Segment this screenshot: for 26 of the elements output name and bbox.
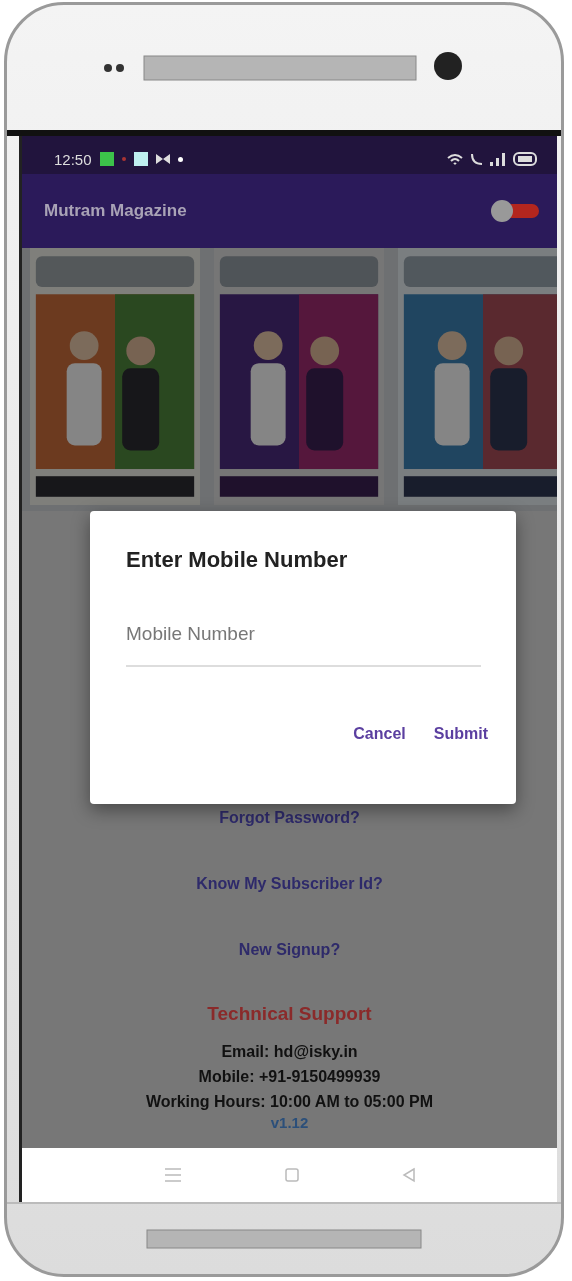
dialog-title: Enter Mobile Number	[126, 547, 349, 573]
support-heading: Technical Support	[207, 1003, 372, 1025]
support-info: Mobile: +91-9150499939	[198, 1067, 381, 1087]
support-info: Working Hours: 10:00 AM to 05:00 PM	[145, 1092, 434, 1112]
dialog-button[interactable]: Submit	[429, 719, 492, 749]
battery-icon	[513, 152, 537, 166]
dot-icon	[177, 156, 183, 162]
toggle-switch[interactable]	[491, 200, 539, 222]
wifi-icon	[447, 153, 463, 165]
signal-icon	[490, 152, 505, 166]
dot-icon	[121, 157, 126, 161]
dialog-button[interactable]: Cancel	[349, 719, 410, 749]
support-info: Email: hd@isky.in	[221, 1042, 358, 1062]
back-icon[interactable]	[400, 1167, 417, 1183]
phone-icon	[471, 153, 482, 165]
text-link[interactable]: New Signup?	[238, 939, 341, 961]
app-notification-icon	[99, 152, 114, 166]
text-link[interactable]: Know My Subscriber Id?	[196, 873, 383, 895]
text-link[interactable]: Forgot Password?	[219, 807, 360, 829]
home-icon[interactable]	[283, 1167, 300, 1183]
version-label: v1.12	[270, 1114, 309, 1132]
status-time: 12:50	[54, 150, 92, 168]
app-notification-icon	[133, 152, 148, 166]
bowtie-icon	[155, 154, 170, 164]
app-title: Mutram Magazine	[44, 201, 188, 221]
menu-icon[interactable]	[162, 1168, 183, 1182]
